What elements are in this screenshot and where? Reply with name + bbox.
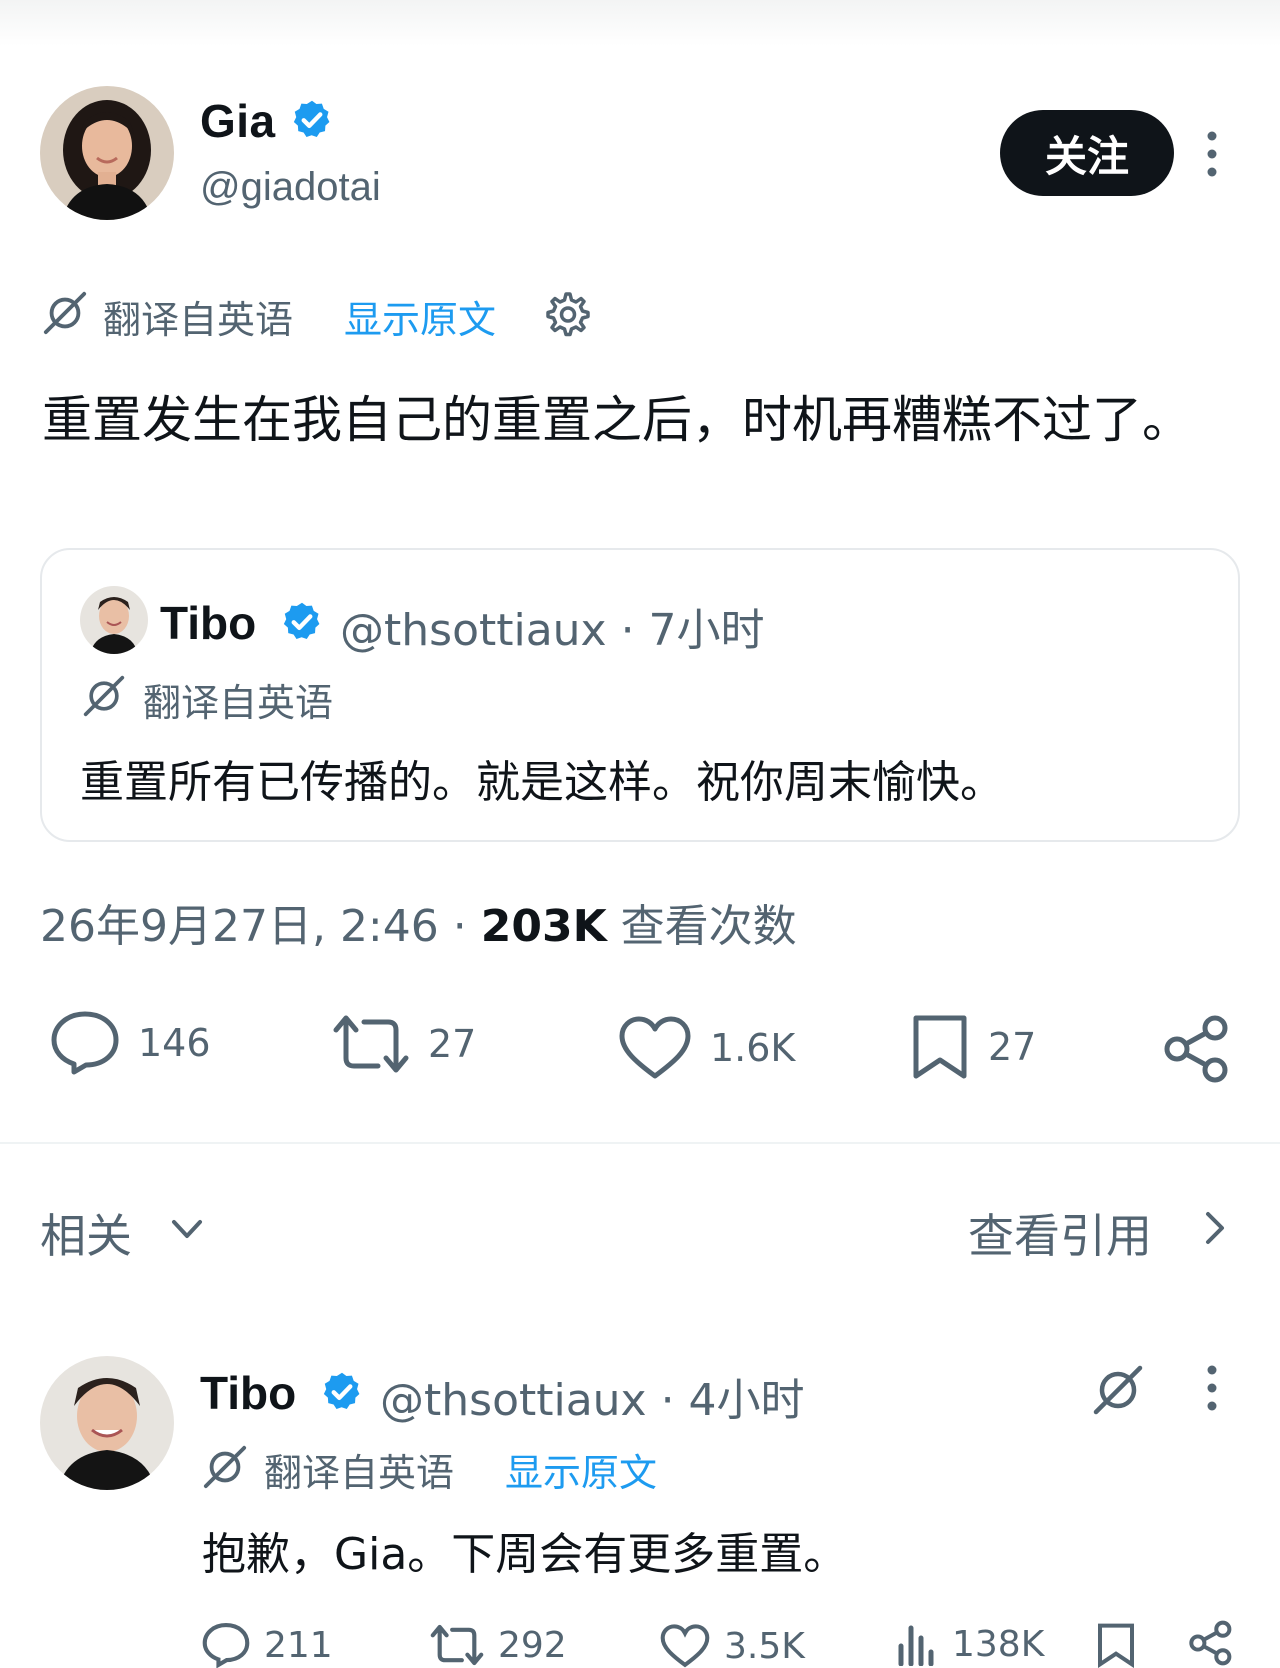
like-count: 1.6K <box>710 1026 796 1070</box>
tweet-detail-page: Gia @giadotai 关注 翻译自英语 显示原文 重置发生在我自己的重置之… <box>0 0 1280 1668</box>
reply-like-action[interactable]: 3.5K <box>660 1624 805 1668</box>
bookmark-action[interactable]: 27 <box>910 1014 1036 1080</box>
reply-icon <box>51 1011 119 1075</box>
verified-badge-icon <box>293 100 330 138</box>
quoted-translated-label: 翻译自英语 <box>143 681 334 725</box>
bookmark-icon <box>913 1015 967 1079</box>
tweet-timestamp[interactable]: 26年9月27日, 2:46 <box>40 901 439 952</box>
more-vertical-icon[interactable] <box>1198 1362 1226 1414</box>
reply-text: 抱歉，Gia。下周会有更多重置。 <box>202 1529 848 1580</box>
quoted-author-name[interactable]: Tibo <box>160 596 256 650</box>
retweet-icon <box>430 1624 484 1666</box>
share-icon[interactable] <box>1188 1620 1234 1666</box>
view-quotes-link[interactable]: 查看引用 <box>968 1200 1152 1266</box>
like-icon <box>619 1016 691 1079</box>
views-count: 203K <box>480 901 607 952</box>
reply-views-action[interactable]: 138K <box>896 1622 1044 1666</box>
retweet-count: 27 <box>428 1022 477 1066</box>
quoted-author-avatar[interactable] <box>80 586 148 654</box>
like-icon <box>660 1624 710 1668</box>
more-vertical-icon[interactable] <box>1198 128 1226 180</box>
translate-icon <box>203 1445 247 1489</box>
reply-author-avatar[interactable] <box>40 1356 174 1490</box>
reply-retweet-count: 292 <box>498 1624 567 1666</box>
reply-author-handle-time[interactable]: @thsottiaux · 4小时 <box>380 1364 805 1428</box>
author-handle[interactable]: @giadotai <box>200 165 381 210</box>
author-avatar[interactable] <box>40 86 174 220</box>
views-icon <box>898 1625 934 1666</box>
views-label: 查看次数 <box>606 901 797 952</box>
retweet-icon <box>333 1015 409 1073</box>
reply-icon <box>202 1623 250 1668</box>
bookmark-icon[interactable] <box>1096 1622 1136 1668</box>
reply-like-count: 3.5K <box>724 1625 805 1667</box>
translated-label: 翻译自英语 <box>103 298 294 342</box>
reply-translated-label: 翻译自英语 <box>264 1451 455 1495</box>
author-name[interactable]: Gia <box>200 94 276 148</box>
reply-author-name[interactable]: Tibo <box>200 1366 296 1420</box>
tweet-text: 重置发生在我自己的重置之后，时机再糟糕不过了。 <box>42 391 1192 449</box>
chevron-right-icon[interactable] <box>1202 1208 1228 1248</box>
quoted-tweet-text: 重置所有已传播的。就是这样。祝你周末愉快。 <box>80 757 1004 808</box>
reply-reply-action[interactable]: 211 <box>202 1622 333 1668</box>
verified-badge-icon <box>323 1372 360 1410</box>
gear-icon[interactable] <box>542 290 590 338</box>
translate-icon <box>83 675 125 717</box>
reply-retweet-action[interactable]: 292 <box>430 1624 567 1666</box>
tweet-meta: 26年9月27日, 2:46 · 203K 查看次数 <box>40 890 797 954</box>
bookmark-count: 27 <box>988 1025 1037 1069</box>
section-divider <box>0 1142 1280 1144</box>
grok-icon[interactable] <box>1090 1362 1146 1418</box>
reply-show-original-link[interactable]: 显示原文 <box>505 1442 657 1497</box>
show-original-link[interactable]: 显示原文 <box>344 289 496 344</box>
reply-reply-count: 211 <box>264 1624 333 1666</box>
follow-button[interactable]: 关注 <box>1000 110 1174 196</box>
reply-views-count: 138K <box>952 1623 1045 1665</box>
retweet-action[interactable]: 27 <box>332 1014 476 1074</box>
reply-action[interactable]: 146 <box>50 1010 211 1076</box>
chevron-down-icon[interactable] <box>168 1214 206 1244</box>
translate-icon <box>43 291 87 335</box>
reply-count: 146 <box>138 1021 211 1065</box>
top-fade <box>0 0 1280 46</box>
verified-badge-icon <box>283 602 320 640</box>
meta-separator: · <box>438 901 481 952</box>
share-icon[interactable] <box>1162 1014 1232 1084</box>
quoted-author-handle-time[interactable]: @thsottiaux · 7小时 <box>340 594 765 658</box>
like-action[interactable]: 1.6K <box>618 1016 795 1080</box>
related-label[interactable]: 相关 <box>40 1200 132 1266</box>
